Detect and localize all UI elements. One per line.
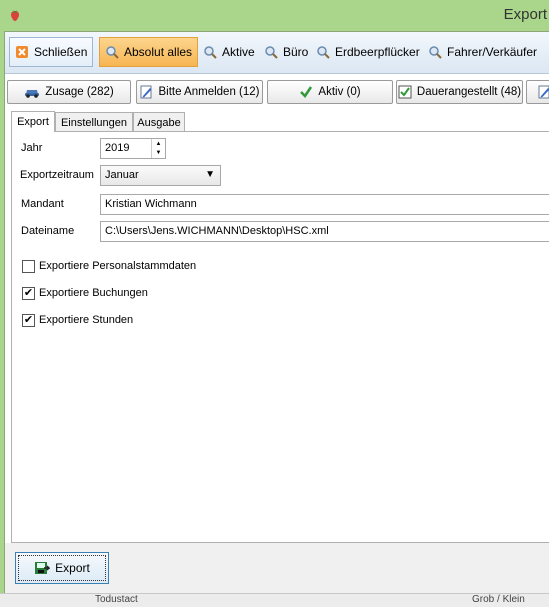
- tab-label: Ausgabe: [137, 116, 181, 129]
- filter-zusage[interactable]: Zusage (282): [7, 80, 131, 104]
- toolbar-item-label: Büro: [283, 45, 309, 59]
- export-icon: [35, 562, 51, 574]
- client-value: Kristian Wichmann: [105, 198, 197, 210]
- export-window: Export Schließen Absolut alles Aktive Bü…: [0, 0, 549, 607]
- checkbox-label: Exportiere Buchungen: [39, 287, 148, 299]
- filter-bar: Zusage (282) Bitte Anmelden (12) Aktiv (…: [5, 78, 549, 106]
- checkbox-buchungen[interactable]: ✔: [22, 287, 35, 300]
- client-label: Mandant: [21, 198, 64, 210]
- spin-up-icon[interactable]: ▲: [152, 139, 165, 148]
- filename-value: C:\Users\Jens.WICHMANN\Desktop\HSC.xml: [105, 225, 329, 237]
- toolbar-item-aktive[interactable]: Aktive: [197, 37, 261, 67]
- filter-more[interactable]: [526, 80, 549, 104]
- year-label: Jahr: [21, 142, 43, 154]
- checkbox-stunden[interactable]: ✔: [22, 314, 35, 327]
- filter-dauerangestellt[interactable]: Dauerangestellt (48): [396, 80, 523, 104]
- magnifier-icon: [429, 46, 442, 59]
- magnifier-icon: [317, 46, 330, 59]
- background-text-right: Grob / Klein: [472, 594, 525, 605]
- close-icon: [16, 46, 28, 58]
- close-button[interactable]: Schließen: [9, 37, 94, 67]
- toolbar-item-fahrer-verkaeufer[interactable]: Fahrer/Verkäufer: [422, 37, 543, 67]
- magnifier-icon: [204, 46, 217, 59]
- chevron-down-icon: ▼: [205, 169, 215, 180]
- tab-einstellungen[interactable]: Einstellungen: [55, 112, 133, 132]
- checkbox-personalstammdaten[interactable]: [22, 260, 35, 273]
- tab-export[interactable]: Export: [11, 111, 55, 132]
- toolbar-item-erdbeerpfluecker[interactable]: Erdbeerpflücker: [310, 37, 426, 67]
- toolbar-item-buero[interactable]: Büro: [258, 37, 314, 67]
- toolbar-item-label: Aktive: [222, 45, 255, 59]
- client-field[interactable]: Kristian Wichmann: [100, 194, 549, 215]
- year-spinner[interactable]: 2019 ▲ ▼: [100, 138, 166, 159]
- toolbar-item-label: Fahrer/Verkäufer: [447, 45, 538, 59]
- tab-label: Einstellungen: [60, 116, 128, 129]
- pencil-icon: [140, 85, 152, 99]
- filter-aktiv[interactable]: Aktiv (0): [267, 80, 393, 104]
- export-button-label: Export: [55, 561, 90, 575]
- period-label: Exportzeitraum: [20, 169, 94, 181]
- filter-label: Bitte Anmelden (12): [158, 86, 260, 98]
- export-tab-panel: Jahr 2019 ▲ ▼ Exportzeitraum Januar ▼ Ma…: [11, 131, 549, 543]
- checkbox-label: Exportiere Stunden: [39, 314, 134, 326]
- bottom-bar: Export: [5, 543, 549, 595]
- period-select[interactable]: Januar ▼: [100, 165, 221, 186]
- close-label: Schließen: [34, 45, 88, 59]
- magnifier-icon: [106, 46, 119, 59]
- car-icon: [25, 90, 40, 98]
- toolbar-item-absolut-alles[interactable]: Absolut alles: [99, 37, 199, 67]
- period-value: Januar: [105, 169, 139, 181]
- background-text-left: Todustact: [95, 594, 138, 605]
- filter-label: Dauerangestellt (48): [416, 86, 522, 98]
- title-bar: Export: [0, 0, 549, 31]
- checkmark-icon: [300, 86, 313, 98]
- toolbar-item-label: Absolut alles: [124, 45, 193, 59]
- filename-field[interactable]: C:\Users\Jens.WICHMANN\Desktop\HSC.xml: [100, 221, 549, 242]
- background-window-strip: Todustact Grob / Klein: [0, 593, 549, 607]
- spin-down-icon[interactable]: ▼: [152, 148, 165, 157]
- magnifier-icon: [265, 46, 278, 59]
- filter-label: Zusage (282): [45, 86, 114, 98]
- year-value: 2019: [105, 142, 130, 154]
- spinner-buttons[interactable]: ▲ ▼: [151, 139, 165, 158]
- filter-bitte-anmelden[interactable]: Bitte Anmelden (12): [136, 80, 263, 104]
- tab-label: Export: [17, 116, 49, 128]
- filter-label: Aktiv (0): [318, 86, 361, 98]
- pencil-icon: [538, 85, 549, 99]
- tab-ausgabe[interactable]: Ausgabe: [133, 112, 185, 132]
- checkbox-label: Exportiere Personalstammdaten: [39, 260, 197, 272]
- filename-label: Dateiname: [21, 225, 75, 237]
- checkbox-icon: [398, 85, 412, 99]
- export-button[interactable]: Export: [15, 552, 109, 584]
- strawberry-icon: [11, 10, 19, 21]
- client-area: Schließen Absolut alles Aktive Büro Erdb…: [4, 31, 549, 595]
- window-title: Export: [503, 6, 547, 23]
- toolbar-item-label: Erdbeerpflücker: [335, 45, 420, 59]
- toolbar: Schließen Absolut alles Aktive Büro Erdb…: [5, 32, 549, 74]
